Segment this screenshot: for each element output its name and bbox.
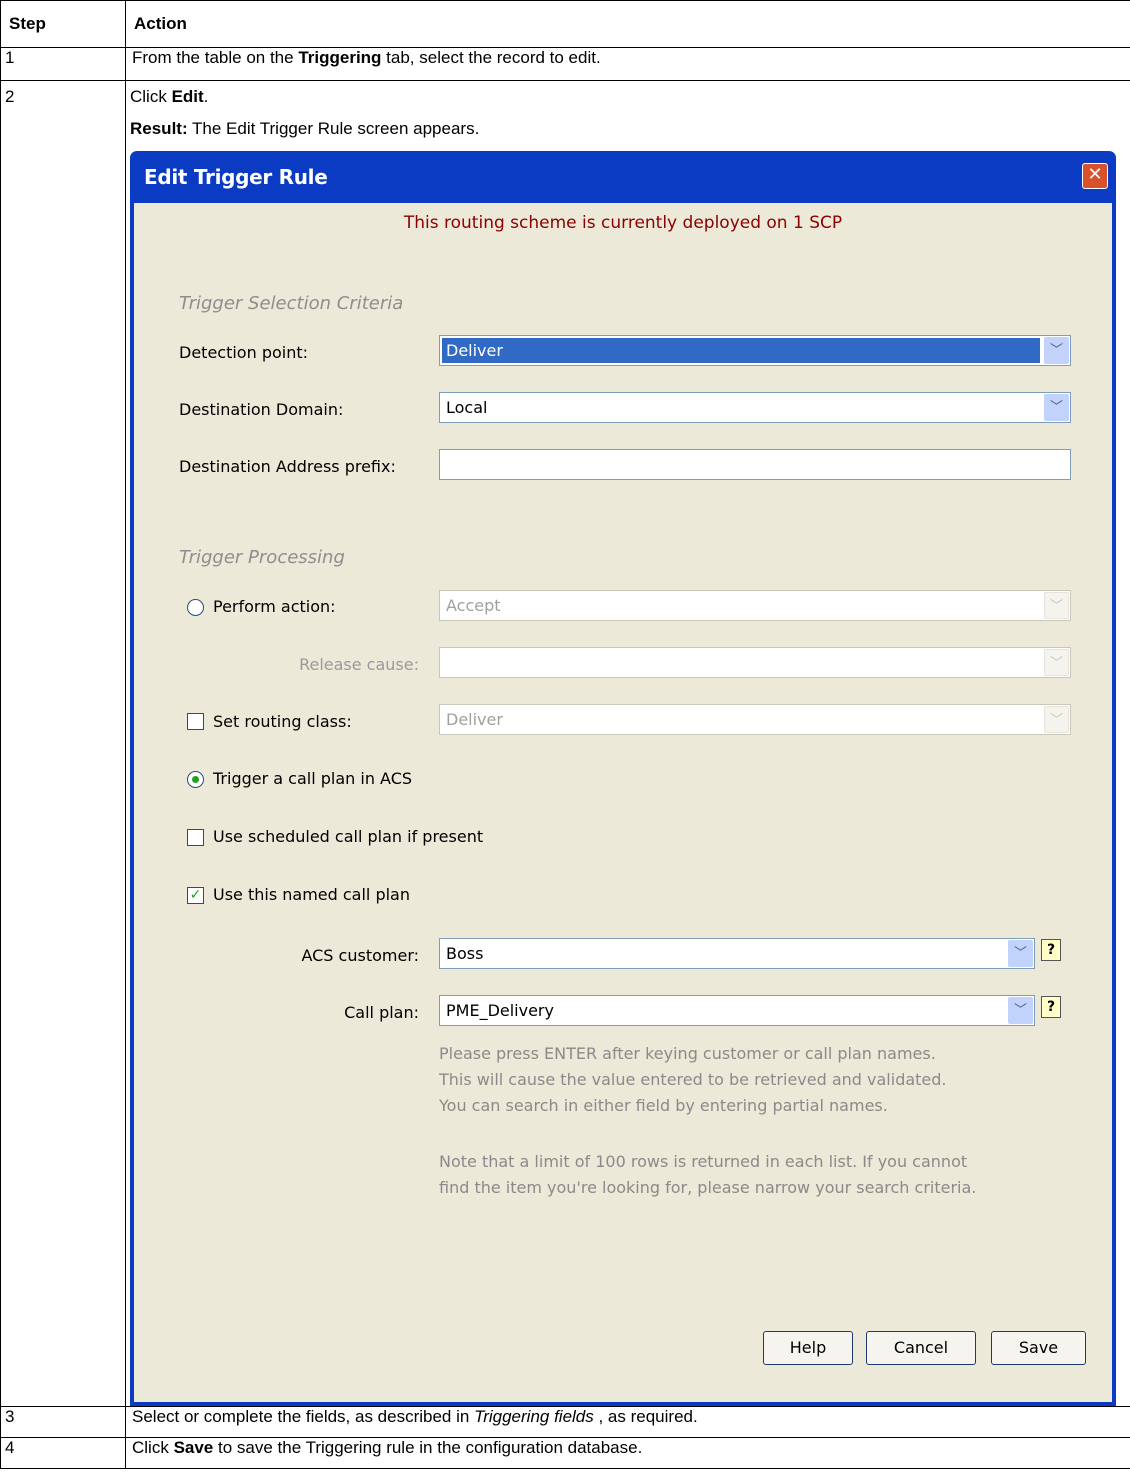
table-row: 2 Click Edit. Result: The Edit Trigger R… <box>0 80 1130 1407</box>
perform-action-radio[interactable] <box>187 599 204 616</box>
detection-point-label: Detection point: <box>179 343 309 362</box>
set-routing-class-label: Set routing class: <box>213 712 352 731</box>
cancel-button[interactable]: Cancel <box>866 1331 976 1365</box>
acs-customer-select[interactable]: Boss ﹀ <box>439 938 1035 969</box>
step-header: Step <box>0 0 126 48</box>
save-button[interactable]: Save <box>991 1331 1086 1365</box>
edit-trigger-rule-dialog: Edit Trigger Rule ✕ This routing scheme … <box>130 151 1116 1406</box>
use-named-checkbox[interactable]: ✓ <box>187 887 204 904</box>
destination-domain-select[interactable]: Local ﹀ <box>439 392 1071 423</box>
call-plan-help-icon[interactable]: ? <box>1041 996 1061 1018</box>
procedure-table: Step Action 1 From the table on the Trig… <box>0 0 1130 1469</box>
step-action: Click Edit. Result: The Edit Trigger Rul… <box>125 80 1130 1407</box>
trigger-call-plan-radio[interactable] <box>187 771 204 788</box>
destination-prefix-label: Destination Address prefix: <box>179 457 396 476</box>
perform-action-label: Perform action: <box>213 597 336 616</box>
routing-class-select[interactable]: Deliver ﹀ <box>439 704 1071 735</box>
chevron-down-icon[interactable]: ﹀ <box>1044 649 1069 676</box>
use-named-label: Use this named call plan <box>213 885 410 904</box>
set-routing-class-checkbox[interactable] <box>187 713 204 730</box>
acs-customer-help-icon[interactable]: ? <box>1041 939 1061 961</box>
call-plan-label: Call plan: <box>344 1003 419 1022</box>
release-cause-label: Release cause: <box>299 655 419 674</box>
row-limit-note: Note that a limit of 100 rows is returne… <box>439 1152 977 1197</box>
table-row: 4 Click Save to save the Triggering rule… <box>0 1437 1130 1469</box>
step-number: 4 <box>0 1437 126 1469</box>
dialog-titlebar: Edit Trigger Rule ✕ <box>134 151 1112 203</box>
step-number: 1 <box>0 47 126 81</box>
chevron-down-icon[interactable]: ﹀ <box>1044 706 1069 733</box>
trigger-call-plan-label: Trigger a call plan in ACS <box>213 769 413 788</box>
step-number: 2 <box>0 80 126 1407</box>
table-row: 1 From the table on the Triggering tab, … <box>0 47 1130 81</box>
release-cause-select[interactable]: ﹀ <box>439 647 1071 678</box>
destination-domain-label: Destination Domain: <box>179 400 344 419</box>
chevron-down-icon[interactable]: ﹀ <box>1044 592 1069 619</box>
deployment-notice: This routing scheme is currently deploye… <box>403 213 843 233</box>
call-plan-select[interactable]: PME_Delivery ﹀ <box>439 995 1035 1026</box>
dialog-body: This routing scheme is currently deploye… <box>134 203 1112 1402</box>
perform-action-select[interactable]: Accept ﹀ <box>439 590 1071 621</box>
table-row: 3 Select or complete the fields, as desc… <box>0 1406 1130 1438</box>
step-action: Click Save to save the Triggering rule i… <box>125 1437 1130 1469</box>
entry-hint: Please press ENTER after keying customer… <box>439 1044 947 1115</box>
chevron-down-icon[interactable]: ﹀ <box>1044 337 1069 364</box>
use-scheduled-label: Use scheduled call plan if present <box>213 827 484 846</box>
chevron-down-icon[interactable]: ﹀ <box>1044 394 1069 421</box>
chevron-down-icon[interactable]: ﹀ <box>1008 940 1033 967</box>
step-action: Select or complete the fields, as descri… <box>125 1406 1130 1438</box>
section-trigger-selection: Trigger Selection Criteria <box>179 293 404 314</box>
dialog-title: Edit Trigger Rule <box>144 165 328 189</box>
chevron-down-icon[interactable]: ﹀ <box>1008 997 1033 1024</box>
step-action: From the table on the Triggering tab, se… <box>125 47 1130 81</box>
action-header: Action <box>125 0 1130 48</box>
step-number: 3 <box>0 1406 126 1438</box>
section-trigger-processing: Trigger Processing <box>179 547 345 568</box>
use-scheduled-checkbox[interactable] <box>187 829 204 846</box>
destination-prefix-input[interactable] <box>439 449 1071 480</box>
help-button[interactable]: Help <box>763 1331 853 1365</box>
detection-point-select[interactable]: Deliver ﹀ <box>439 335 1071 366</box>
close-icon[interactable]: ✕ <box>1082 163 1108 189</box>
acs-customer-label: ACS customer: <box>301 946 419 965</box>
